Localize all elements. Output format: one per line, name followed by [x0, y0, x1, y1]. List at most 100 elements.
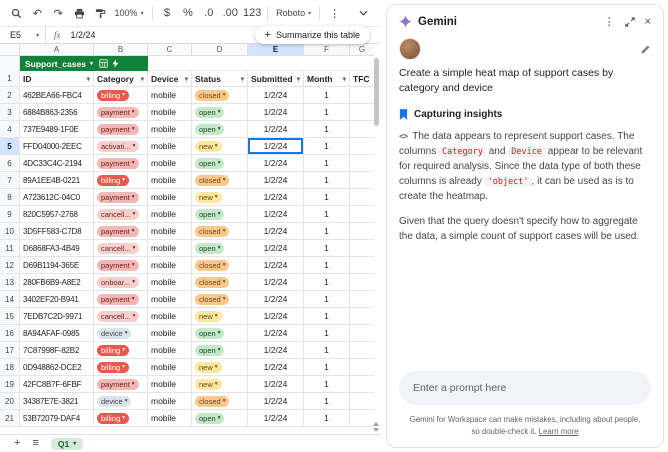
category-chip[interactable]: billing ▾	[97, 89, 129, 101]
cell-id[interactable]: 3402EF20-B941	[20, 291, 94, 308]
row-number[interactable]: 19	[0, 376, 20, 393]
cell-submitted[interactable]: 1/2/24	[248, 138, 304, 155]
cell-submitted[interactable]: 1/2/24	[248, 87, 304, 104]
search-icon[interactable]	[10, 6, 23, 20]
cell-status[interactable]: new ▾	[192, 308, 248, 325]
cell-device[interactable]: mobile	[148, 155, 192, 172]
cell-month[interactable]: 1	[304, 291, 350, 308]
status-chip[interactable]: open ▾	[195, 106, 225, 118]
cell-status[interactable]: open ▾	[192, 104, 248, 121]
cell-id[interactable]: 280FB6B9-A8E2	[20, 274, 94, 291]
cell-status[interactable]: open ▾	[192, 325, 248, 342]
add-sheet-icon[interactable]: +	[14, 438, 20, 449]
row-number[interactable]: 10	[0, 223, 20, 240]
cell-submitted[interactable]: 1/2/24	[248, 342, 304, 359]
cell-category[interactable]: cancell... ▾	[94, 240, 148, 257]
status-chip[interactable]: open ▾	[195, 123, 225, 135]
column-header-E[interactable]: E	[248, 44, 304, 56]
cell-device[interactable]: mobile	[148, 291, 192, 308]
cell-submitted[interactable]: 1/2/24	[248, 410, 304, 427]
cell-submitted[interactable]: 1/2/24	[248, 155, 304, 172]
cell-status[interactable]: closed ▾	[192, 257, 248, 274]
edit-prompt-icon[interactable]	[640, 44, 651, 55]
cell-status[interactable]: closed ▾	[192, 87, 248, 104]
cell-month[interactable]: 1	[304, 155, 350, 172]
row-number[interactable]: 1	[0, 71, 20, 87]
cell-tfc[interactable]	[350, 138, 374, 155]
cell-id[interactable]: 7C87998F-82B2	[20, 342, 94, 359]
cell-submitted[interactable]: 1/2/24	[248, 223, 304, 240]
scroll-down-icon[interactable]	[373, 428, 379, 432]
currency-format-icon[interactable]: $	[161, 6, 174, 20]
cell-id[interactable]: 462BEA66-FBC4	[20, 87, 94, 104]
scrollbar-thumb[interactable]	[374, 58, 379, 126]
cell-category[interactable]: billing ▾	[94, 410, 148, 427]
cell-status[interactable]: new ▾	[192, 138, 248, 155]
column-header-B[interactable]: B	[94, 44, 148, 56]
category-chip[interactable]: payment ▾	[97, 123, 139, 135]
cell-status[interactable]: open ▾	[192, 410, 248, 427]
cell-id[interactable]: D6868FA3-4B49	[20, 240, 94, 257]
row-number[interactable]: 6	[0, 155, 20, 172]
cell-id[interactable]: A723612C-04C0	[20, 189, 94, 206]
cell-month[interactable]: 1	[304, 189, 350, 206]
cell-device[interactable]: mobile	[148, 206, 192, 223]
cell-category[interactable]: billing ▾	[94, 172, 148, 189]
cell-tfc[interactable]	[350, 206, 374, 223]
cell-category[interactable]: payment ▾	[94, 104, 148, 121]
vertical-scrollbar[interactable]	[374, 56, 380, 428]
cell-month[interactable]: 1	[304, 342, 350, 359]
row-number[interactable]: 16	[0, 325, 20, 342]
filter-caret-icon[interactable]: ▾	[87, 75, 90, 83]
cell-device[interactable]: mobile	[148, 308, 192, 325]
cell-device[interactable]: mobile	[148, 121, 192, 138]
table-header-device[interactable]: Device ▾	[148, 71, 192, 87]
cell-month[interactable]: 1	[304, 104, 350, 121]
table-header-id[interactable]: ID ▾	[20, 71, 94, 87]
row-number[interactable]: 20	[0, 393, 20, 410]
increase-decimal-icon[interactable]: .00	[223, 6, 238, 20]
cell-id[interactable]: FFD04000-2EEC	[20, 138, 94, 155]
cell-status[interactable]: open ▾	[192, 206, 248, 223]
cell-submitted[interactable]: 1/2/24	[248, 393, 304, 410]
cell-id[interactable]: 53B72079-DAF4	[20, 410, 94, 427]
cell-month[interactable]: 1	[304, 376, 350, 393]
status-chip[interactable]: closed ▾	[195, 259, 230, 271]
category-chip[interactable]: billing ▾	[97, 174, 129, 186]
column-header-A[interactable]: A	[20, 44, 94, 56]
cell-category[interactable]: payment ▾	[94, 155, 148, 172]
cell-id[interactable]: 7EDB7C2D-9971	[20, 308, 94, 325]
status-chip[interactable]: open ▾	[195, 242, 225, 254]
row-number[interactable]: 17	[0, 342, 20, 359]
cell-category[interactable]: cancell... ▾	[94, 308, 148, 325]
cell-id[interactable]: 34387E7E-3821	[20, 393, 94, 410]
status-chip[interactable]: new ▾	[195, 378, 222, 390]
row-number[interactable]: 3	[0, 104, 20, 121]
cell-id[interactable]: 737E9489-1F0E	[20, 121, 94, 138]
cell-category[interactable]: payment ▾	[94, 291, 148, 308]
row-number[interactable]: 14	[0, 291, 20, 308]
cell-device[interactable]: mobile	[148, 104, 192, 121]
status-chip[interactable]: closed ▾	[195, 276, 230, 288]
category-chip[interactable]: billing ▾	[97, 344, 129, 356]
paint-format-icon[interactable]	[94, 6, 107, 20]
cell-device[interactable]: mobile	[148, 240, 192, 257]
category-chip[interactable]: device ▾	[97, 327, 132, 339]
cell-submitted[interactable]: 1/2/24	[248, 359, 304, 376]
grid-corner[interactable]	[0, 44, 20, 56]
cell-month[interactable]: 1	[304, 206, 350, 223]
cell-device[interactable]: mobile	[148, 325, 192, 342]
cell-month[interactable]: 1	[304, 87, 350, 104]
row-number[interactable]: 9	[0, 206, 20, 223]
cell-status[interactable]: open ▾	[192, 155, 248, 172]
cell-status[interactable]: closed ▾	[192, 393, 248, 410]
category-chip[interactable]: payment ▾	[97, 191, 139, 203]
status-chip[interactable]: open ▾	[195, 157, 225, 169]
cell-tfc[interactable]	[350, 172, 374, 189]
cell-status[interactable]: new ▾	[192, 376, 248, 393]
cell-device[interactable]: mobile	[148, 376, 192, 393]
cell-id[interactable]: 820C5957-2768	[20, 206, 94, 223]
cell-category[interactable]: device ▾	[94, 325, 148, 342]
font-select[interactable]: Roboto ▾	[276, 8, 311, 18]
category-chip[interactable]: billing ▾	[97, 412, 129, 424]
